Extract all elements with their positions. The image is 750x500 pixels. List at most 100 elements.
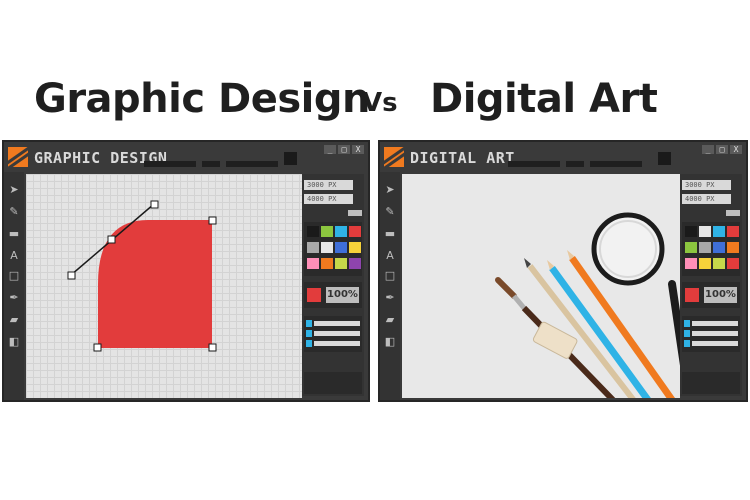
anchor-point[interactable]	[208, 216, 217, 225]
eraser	[532, 321, 578, 359]
panel-footer	[304, 372, 362, 394]
layers-panel	[304, 316, 362, 352]
titlebar-deco-bar	[508, 161, 560, 167]
color-swatch[interactable]	[335, 226, 347, 237]
anchor-point[interactable]	[67, 271, 76, 280]
layers-icon[interactable]: ◧	[8, 336, 20, 348]
text-icon[interactable]: A	[8, 250, 20, 262]
app-logo-icon	[384, 147, 404, 167]
color-swatch[interactable]	[307, 242, 319, 253]
headline-graphic-design: Graphic Design	[34, 76, 370, 122]
titlebar-deco-bar	[590, 161, 642, 167]
color-swatch[interactable]	[321, 226, 333, 237]
color-swatch[interactable]	[349, 226, 361, 237]
maximize-button[interactable]: □	[716, 145, 728, 154]
layer-row[interactable]	[684, 330, 738, 337]
apply-size-button[interactable]	[348, 210, 362, 216]
square-icon[interactable]: □	[8, 270, 20, 282]
color-palette	[682, 222, 740, 276]
rectangle-icon[interactable]: ▬	[384, 228, 396, 240]
color-swatch[interactable]	[349, 242, 361, 253]
digital-art-window: DIGITAL ART _ □ X ➤ ✎ ▬ A □ ✒ ▰ ◧ 3000 P…	[378, 140, 748, 402]
pointer-icon[interactable]: ➤	[384, 184, 396, 196]
zoom-control: 100%	[682, 282, 740, 308]
layer-row[interactable]	[684, 320, 738, 327]
properties-panel: 3000 PX 4000 PX 100%	[680, 174, 742, 396]
color-swatch[interactable]	[321, 258, 333, 269]
titlebar-deco-square	[284, 152, 297, 165]
minimize-button[interactable]: _	[324, 145, 336, 154]
design-canvas[interactable]	[26, 174, 302, 398]
headline-digital-art: Digital Art	[430, 76, 658, 122]
properties-panel: 3000 PX 4000 PX 100%	[302, 174, 364, 396]
color-swatch[interactable]	[335, 242, 347, 253]
anchor-point[interactable]	[208, 343, 217, 352]
pencil-icon[interactable]: ✎	[8, 206, 20, 218]
color-swatch[interactable]	[699, 226, 711, 237]
active-color-swatch[interactable]	[307, 288, 321, 302]
layer-row[interactable]	[306, 330, 360, 337]
height-field[interactable]: 4000 PX	[682, 194, 731, 204]
close-button[interactable]: X	[730, 145, 742, 154]
tool-bar: ➤ ✎ ▬ A □ ✒ ▰ ◧	[4, 172, 24, 400]
titlebar-deco-bar	[566, 161, 584, 167]
layer-row[interactable]	[306, 340, 360, 347]
color-swatch[interactable]	[321, 242, 333, 253]
color-palette	[304, 222, 362, 276]
width-field[interactable]: 3000 PX	[304, 180, 353, 190]
color-swatch[interactable]	[349, 258, 361, 269]
color-swatch[interactable]	[727, 258, 739, 269]
tool-bar: ➤ ✎ ▬ A □ ✒ ▰ ◧	[380, 172, 400, 400]
eraser-icon[interactable]: ▰	[384, 314, 396, 326]
color-swatch[interactable]	[713, 258, 725, 269]
text-icon[interactable]: A	[384, 250, 396, 262]
window-title: DIGITAL ART	[410, 149, 515, 167]
zoom-level[interactable]: 100%	[326, 287, 359, 303]
pen-icon[interactable]: ✒	[8, 292, 20, 304]
pencil-icon[interactable]: ✎	[384, 206, 396, 218]
layer-row[interactable]	[306, 320, 360, 327]
color-swatch[interactable]	[699, 242, 711, 253]
width-field[interactable]: 3000 PX	[682, 180, 731, 190]
pen-icon[interactable]: ✒	[384, 292, 396, 304]
color-swatch[interactable]	[685, 258, 697, 269]
headline-vs: Vs	[362, 88, 398, 118]
app-logo-icon	[8, 147, 28, 167]
active-color-swatch[interactable]	[685, 288, 699, 302]
color-swatch[interactable]	[685, 242, 697, 253]
square-icon[interactable]: □	[384, 270, 396, 282]
anchor-point[interactable]	[107, 235, 116, 244]
anchor-point[interactable]	[150, 200, 159, 209]
art-canvas[interactable]	[402, 174, 680, 398]
eraser-icon[interactable]: ▰	[8, 314, 20, 326]
vector-shape-drawing	[67, 200, 217, 352]
color-swatch[interactable]	[699, 258, 711, 269]
height-field[interactable]: 4000 PX	[304, 194, 353, 204]
zoom-level[interactable]: 100%	[704, 287, 737, 303]
pointer-icon[interactable]: ➤	[8, 184, 20, 196]
layers-panel	[682, 316, 740, 352]
color-swatch[interactable]	[685, 226, 697, 237]
window-titlebar: DIGITAL ART _ □ X	[380, 142, 746, 172]
color-swatch[interactable]	[727, 226, 739, 237]
titlebar-deco-bar	[226, 161, 278, 167]
close-button[interactable]: X	[352, 145, 364, 154]
color-swatch[interactable]	[713, 242, 725, 253]
graphic-design-window: GRAPHIC DESIGN _ □ X ➤ ✎ ▬ A □ ✒ ▰ ◧ 300…	[2, 140, 370, 402]
apply-size-button[interactable]	[726, 210, 740, 216]
maximize-button[interactable]: □	[338, 145, 350, 154]
layers-icon[interactable]: ◧	[384, 336, 396, 348]
color-swatch[interactable]	[335, 258, 347, 269]
anchor-point[interactable]	[93, 343, 102, 352]
layer-row[interactable]	[684, 340, 738, 347]
titlebar-deco-bar	[202, 161, 220, 167]
color-swatch[interactable]	[713, 226, 725, 237]
titlebar-deco-square	[658, 152, 671, 165]
art-supplies-illustration	[495, 212, 680, 398]
zoom-control: 100%	[304, 282, 362, 308]
minimize-button[interactable]: _	[702, 145, 714, 154]
color-swatch[interactable]	[307, 258, 319, 269]
color-swatch[interactable]	[307, 226, 319, 237]
color-swatch[interactable]	[727, 242, 739, 253]
rectangle-icon[interactable]: ▬	[8, 228, 20, 240]
